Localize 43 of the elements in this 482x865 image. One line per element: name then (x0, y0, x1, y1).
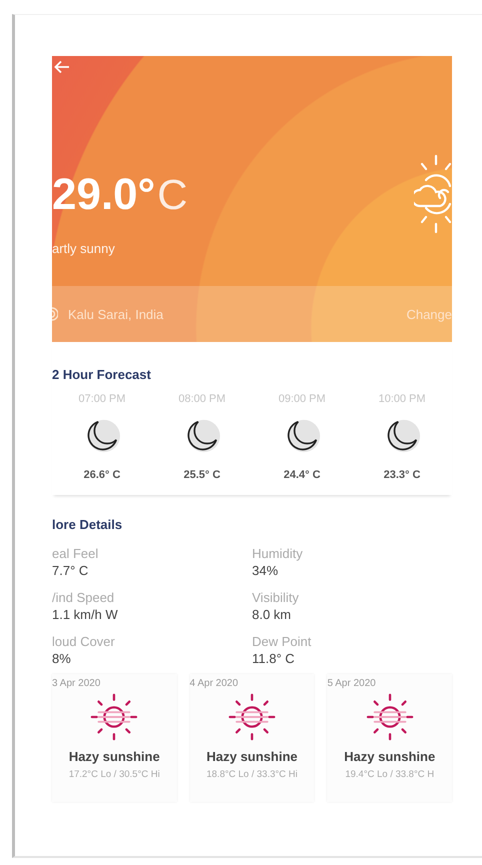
day-date: 5 Apr 2020 (327, 678, 376, 689)
detail-label: Visibility (252, 590, 300, 605)
day-temperature-range: 18.8°C Lo / 33.3°C Hi (206, 769, 298, 780)
day-condition: Hazy sunshine (206, 749, 298, 764)
day-temperature-range: 17.2°C Lo / 30.5°C Hi (68, 769, 160, 780)
hour-temperature: 24.4° C (284, 469, 320, 481)
day-forecast-card[interactable]: 3 Apr 2020 Hazy sunshine 17.2°C Lo / 30.5°C Hi (52, 674, 177, 802)
hazy-sun-icon (228, 693, 276, 741)
detail-value: 8% (52, 651, 72, 666)
hazy-sun-icon (366, 693, 414, 741)
detail-label: loud Cover (52, 634, 116, 649)
section-title: 2 Hour Forecast (52, 367, 152, 382)
hour-time: 09:00 PM (278, 393, 326, 405)
hour-time: 07:00 PM (78, 393, 126, 405)
detail-value: 11.8° C (252, 651, 296, 666)
section-title: lore Details (52, 517, 124, 532)
back-arrow-icon[interactable] (54, 60, 70, 74)
hour-temperature: 26.6° C (84, 469, 120, 481)
hour-time: 08:00 PM (178, 393, 226, 405)
day-condition: Hazy sunshine (344, 749, 436, 764)
day-condition: Hazy sunshine (68, 749, 160, 764)
detail-value: 34% (252, 563, 280, 578)
detail-label: eal Feel (52, 546, 100, 561)
detail-label: Dew Point (252, 634, 312, 649)
hour-time: 10:00 PM (378, 393, 426, 405)
day-date: 3 Apr 2020 (52, 678, 100, 689)
day-date: 4 Apr 2020 (190, 678, 238, 689)
detail-value: 7.7° C (52, 563, 90, 578)
detail-value: 1.1 km/h W (52, 607, 119, 622)
detail-label: Humidity (252, 546, 304, 561)
hour-temperature: 25.5° C (184, 469, 220, 481)
day-forecast-card[interactable]: 5 Apr 2020 Hazy sunshine 19.4°C Lo / 33.8°C H (327, 674, 452, 802)
day-temperature-range: 19.4°C Lo / 33.8°C H (345, 769, 434, 780)
condition-text: artly sunny (52, 241, 115, 256)
temperature-unit: C (157, 171, 188, 219)
hazy-sun-icon (90, 693, 138, 741)
detail-label: /ind Speed (52, 590, 116, 605)
day-forecast-card[interactable]: 4 Apr 2020 Hazy sunshine 18.8°C Lo / 33.3°C Hi (190, 674, 314, 802)
location-name: Kalu Sarai, India (68, 306, 164, 322)
cloud-sun-icon (414, 152, 452, 236)
temperature: 29.0° (52, 170, 156, 220)
detail-value: 8.0 km (252, 607, 292, 622)
hour-temperature: 23.3° C (384, 469, 420, 481)
